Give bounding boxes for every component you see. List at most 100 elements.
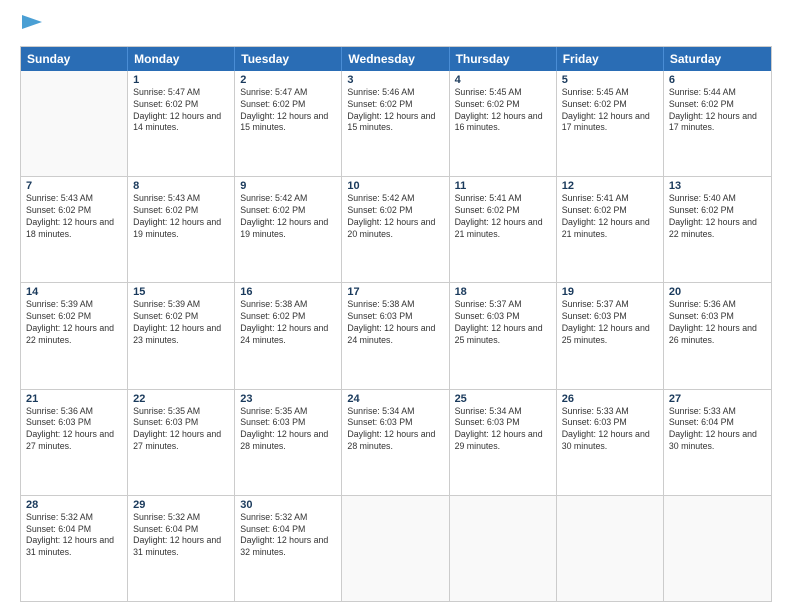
- calendar-cell: 18Sunrise: 5:37 AM Sunset: 6:03 PM Dayli…: [450, 283, 557, 388]
- day-detail: Sunrise: 5:41 AM Sunset: 6:02 PM Dayligh…: [455, 193, 551, 241]
- day-number: 19: [562, 286, 658, 298]
- day-number: 24: [347, 393, 443, 405]
- day-detail: Sunrise: 5:46 AM Sunset: 6:02 PM Dayligh…: [347, 87, 443, 135]
- day-detail: Sunrise: 5:37 AM Sunset: 6:03 PM Dayligh…: [562, 299, 658, 347]
- day-detail: Sunrise: 5:42 AM Sunset: 6:02 PM Dayligh…: [347, 193, 443, 241]
- day-number: 20: [669, 286, 766, 298]
- day-detail: Sunrise: 5:32 AM Sunset: 6:04 PM Dayligh…: [26, 512, 122, 560]
- calendar-cell: 30Sunrise: 5:32 AM Sunset: 6:04 PM Dayli…: [235, 496, 342, 601]
- logo-icon: [22, 11, 44, 33]
- calendar-cell: 16Sunrise: 5:38 AM Sunset: 6:02 PM Dayli…: [235, 283, 342, 388]
- calendar-cell: 23Sunrise: 5:35 AM Sunset: 6:03 PM Dayli…: [235, 390, 342, 495]
- calendar-cell: 3Sunrise: 5:46 AM Sunset: 6:02 PM Daylig…: [342, 71, 449, 176]
- calendar-cell: 10Sunrise: 5:42 AM Sunset: 6:02 PM Dayli…: [342, 177, 449, 282]
- calendar-header-tuesday: Tuesday: [235, 47, 342, 71]
- calendar-cell: 6Sunrise: 5:44 AM Sunset: 6:02 PM Daylig…: [664, 71, 771, 176]
- calendar-header-wednesday: Wednesday: [342, 47, 449, 71]
- day-detail: Sunrise: 5:44 AM Sunset: 6:02 PM Dayligh…: [669, 87, 766, 135]
- calendar: SundayMondayTuesdayWednesdayThursdayFrid…: [20, 46, 772, 602]
- day-number: 3: [347, 74, 443, 86]
- day-detail: Sunrise: 5:34 AM Sunset: 6:03 PM Dayligh…: [455, 406, 551, 454]
- calendar-week-3: 14Sunrise: 5:39 AM Sunset: 6:02 PM Dayli…: [21, 282, 771, 388]
- calendar-header-sunday: Sunday: [21, 47, 128, 71]
- day-detail: Sunrise: 5:39 AM Sunset: 6:02 PM Dayligh…: [26, 299, 122, 347]
- day-number: 26: [562, 393, 658, 405]
- logo: [20, 16, 44, 36]
- day-detail: Sunrise: 5:45 AM Sunset: 6:02 PM Dayligh…: [562, 87, 658, 135]
- calendar-cell: 9Sunrise: 5:42 AM Sunset: 6:02 PM Daylig…: [235, 177, 342, 282]
- day-number: 23: [240, 393, 336, 405]
- calendar-cell: 7Sunrise: 5:43 AM Sunset: 6:02 PM Daylig…: [21, 177, 128, 282]
- calendar-cell: 27Sunrise: 5:33 AM Sunset: 6:04 PM Dayli…: [664, 390, 771, 495]
- day-number: 18: [455, 286, 551, 298]
- calendar-cell: 1Sunrise: 5:47 AM Sunset: 6:02 PM Daylig…: [128, 71, 235, 176]
- calendar-cell: [664, 496, 771, 601]
- day-detail: Sunrise: 5:32 AM Sunset: 6:04 PM Dayligh…: [240, 512, 336, 560]
- calendar-cell: 29Sunrise: 5:32 AM Sunset: 6:04 PM Dayli…: [128, 496, 235, 601]
- calendar-cell: [342, 496, 449, 601]
- calendar-week-5: 28Sunrise: 5:32 AM Sunset: 6:04 PM Dayli…: [21, 495, 771, 601]
- day-number: 7: [26, 180, 122, 192]
- calendar-header-friday: Friday: [557, 47, 664, 71]
- calendar-header: SundayMondayTuesdayWednesdayThursdayFrid…: [21, 47, 771, 71]
- day-number: 12: [562, 180, 658, 192]
- day-detail: Sunrise: 5:45 AM Sunset: 6:02 PM Dayligh…: [455, 87, 551, 135]
- day-number: 21: [26, 393, 122, 405]
- day-number: 1: [133, 74, 229, 86]
- day-detail: Sunrise: 5:43 AM Sunset: 6:02 PM Dayligh…: [26, 193, 122, 241]
- header: [20, 16, 772, 36]
- calendar-cell: 15Sunrise: 5:39 AM Sunset: 6:02 PM Dayli…: [128, 283, 235, 388]
- calendar-header-thursday: Thursday: [450, 47, 557, 71]
- day-number: 28: [26, 499, 122, 511]
- day-detail: Sunrise: 5:36 AM Sunset: 6:03 PM Dayligh…: [26, 406, 122, 454]
- day-number: 17: [347, 286, 443, 298]
- day-number: 5: [562, 74, 658, 86]
- day-number: 22: [133, 393, 229, 405]
- calendar-cell: 12Sunrise: 5:41 AM Sunset: 6:02 PM Dayli…: [557, 177, 664, 282]
- calendar-header-monday: Monday: [128, 47, 235, 71]
- day-detail: Sunrise: 5:35 AM Sunset: 6:03 PM Dayligh…: [240, 406, 336, 454]
- calendar-cell: [557, 496, 664, 601]
- calendar-cell: 14Sunrise: 5:39 AM Sunset: 6:02 PM Dayli…: [21, 283, 128, 388]
- day-number: 14: [26, 286, 122, 298]
- day-number: 6: [669, 74, 766, 86]
- calendar-body: 1Sunrise: 5:47 AM Sunset: 6:02 PM Daylig…: [21, 71, 771, 601]
- day-number: 29: [133, 499, 229, 511]
- calendar-cell: 20Sunrise: 5:36 AM Sunset: 6:03 PM Dayli…: [664, 283, 771, 388]
- calendar-week-1: 1Sunrise: 5:47 AM Sunset: 6:02 PM Daylig…: [21, 71, 771, 176]
- calendar-cell: 25Sunrise: 5:34 AM Sunset: 6:03 PM Dayli…: [450, 390, 557, 495]
- day-number: 25: [455, 393, 551, 405]
- day-detail: Sunrise: 5:43 AM Sunset: 6:02 PM Dayligh…: [133, 193, 229, 241]
- calendar-cell: 17Sunrise: 5:38 AM Sunset: 6:03 PM Dayli…: [342, 283, 449, 388]
- page: SundayMondayTuesdayWednesdayThursdayFrid…: [0, 0, 792, 612]
- day-detail: Sunrise: 5:38 AM Sunset: 6:02 PM Dayligh…: [240, 299, 336, 347]
- day-number: 8: [133, 180, 229, 192]
- day-detail: Sunrise: 5:38 AM Sunset: 6:03 PM Dayligh…: [347, 299, 443, 347]
- day-number: 11: [455, 180, 551, 192]
- day-number: 15: [133, 286, 229, 298]
- calendar-cell: 26Sunrise: 5:33 AM Sunset: 6:03 PM Dayli…: [557, 390, 664, 495]
- day-detail: Sunrise: 5:34 AM Sunset: 6:03 PM Dayligh…: [347, 406, 443, 454]
- day-number: 9: [240, 180, 336, 192]
- calendar-cell: 13Sunrise: 5:40 AM Sunset: 6:02 PM Dayli…: [664, 177, 771, 282]
- calendar-cell: 8Sunrise: 5:43 AM Sunset: 6:02 PM Daylig…: [128, 177, 235, 282]
- day-detail: Sunrise: 5:39 AM Sunset: 6:02 PM Dayligh…: [133, 299, 229, 347]
- day-detail: Sunrise: 5:35 AM Sunset: 6:03 PM Dayligh…: [133, 406, 229, 454]
- day-detail: Sunrise: 5:32 AM Sunset: 6:04 PM Dayligh…: [133, 512, 229, 560]
- calendar-cell: 28Sunrise: 5:32 AM Sunset: 6:04 PM Dayli…: [21, 496, 128, 601]
- calendar-cell: 24Sunrise: 5:34 AM Sunset: 6:03 PM Dayli…: [342, 390, 449, 495]
- day-detail: Sunrise: 5:40 AM Sunset: 6:02 PM Dayligh…: [669, 193, 766, 241]
- day-number: 27: [669, 393, 766, 405]
- day-detail: Sunrise: 5:41 AM Sunset: 6:02 PM Dayligh…: [562, 193, 658, 241]
- calendar-week-2: 7Sunrise: 5:43 AM Sunset: 6:02 PM Daylig…: [21, 176, 771, 282]
- day-detail: Sunrise: 5:33 AM Sunset: 6:04 PM Dayligh…: [669, 406, 766, 454]
- day-detail: Sunrise: 5:47 AM Sunset: 6:02 PM Dayligh…: [133, 87, 229, 135]
- day-number: 16: [240, 286, 336, 298]
- day-number: 2: [240, 74, 336, 86]
- day-number: 10: [347, 180, 443, 192]
- day-number: 30: [240, 499, 336, 511]
- day-number: 4: [455, 74, 551, 86]
- calendar-cell: [450, 496, 557, 601]
- calendar-cell: 11Sunrise: 5:41 AM Sunset: 6:02 PM Dayli…: [450, 177, 557, 282]
- calendar-cell: 2Sunrise: 5:47 AM Sunset: 6:02 PM Daylig…: [235, 71, 342, 176]
